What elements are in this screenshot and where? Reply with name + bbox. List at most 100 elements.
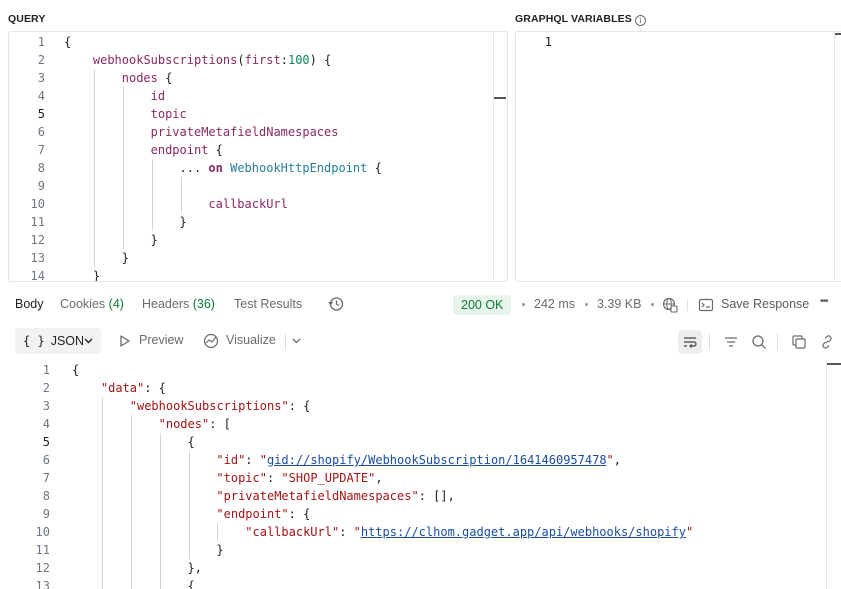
chevron-down-icon[interactable] xyxy=(292,338,301,344)
line-number: 9 xyxy=(37,179,45,193)
visualize-icon[interactable] xyxy=(203,333,220,349)
more-options-button[interactable]: ••• xyxy=(820,296,828,307)
token-punc: : xyxy=(266,471,282,485)
code-line: 6 privateMetafieldNamespaces xyxy=(9,123,507,141)
indent-guide xyxy=(180,177,182,213)
code-line: 10 "callbackUrl": "https://clhom.gadget.a… xyxy=(0,523,841,541)
token-key: "data" xyxy=(100,381,145,395)
token-key: "endpoint" xyxy=(216,507,289,521)
code-text: { xyxy=(64,33,71,51)
token-type: WebhookHttpEndpoint xyxy=(230,161,368,175)
code-line: 3 nodes { xyxy=(9,69,507,87)
token-key: "callbackUrl" xyxy=(245,525,340,539)
body-toolbar: { } JSON Preview Visualize xyxy=(0,328,841,354)
token-punc: } xyxy=(150,233,158,247)
line-number: 14 xyxy=(30,269,45,282)
code-line: 11} xyxy=(9,213,507,231)
word-wrap-icon xyxy=(684,337,697,348)
save-response-button[interactable]: Save Response xyxy=(721,297,809,311)
line-number: 4 xyxy=(37,89,45,103)
line-number: 10 xyxy=(35,525,50,539)
line-number: 11 xyxy=(35,543,50,557)
indent-guide xyxy=(217,523,219,541)
visualize-button[interactable]: Visualize xyxy=(226,333,276,347)
indent-guide xyxy=(93,69,95,267)
code-line: 12}, xyxy=(0,559,841,577)
token-punc: } xyxy=(179,215,187,229)
code-text: callbackUrl xyxy=(208,195,287,213)
token-link-q: " xyxy=(606,453,614,467)
separator-dot xyxy=(522,303,525,306)
token-field: endpoint xyxy=(150,143,209,157)
code-text: "endpoint": { xyxy=(216,505,310,523)
code-line: 12} xyxy=(9,231,507,249)
token-link-q: " xyxy=(259,453,267,467)
preview-button[interactable]: Preview xyxy=(139,333,183,347)
code-line: 7 endpoint { xyxy=(9,141,507,159)
save-response-icon[interactable] xyxy=(698,297,714,313)
line-number: 3 xyxy=(42,399,50,413)
variables-editor[interactable]: 1 xyxy=(515,31,841,282)
network-globe-icon[interactable] xyxy=(662,297,678,313)
tab-headers-label: Headers xyxy=(142,297,190,311)
token-link[interactable]: gid://shopify/WebhookSubscription/164146… xyxy=(267,453,607,467)
token-field: callbackUrl xyxy=(208,197,288,211)
code-text: } xyxy=(93,267,100,281)
code-text: { xyxy=(72,361,79,379)
word-wrap-button[interactable] xyxy=(678,330,702,354)
tab-headers[interactable]: Headers (36) xyxy=(142,297,215,311)
format-dropdown[interactable]: { } JSON xyxy=(15,328,101,354)
token-punc: , xyxy=(613,453,622,467)
play-icon[interactable] xyxy=(118,334,132,348)
history-icon[interactable] xyxy=(327,295,345,313)
query-label: QUERY xyxy=(8,13,46,25)
tab-body[interactable]: Body xyxy=(15,297,44,311)
code-text: } xyxy=(180,213,187,231)
response-tabbar: Body Cookies (4) Headers (36) Test Resul… xyxy=(0,292,841,318)
line-number: 7 xyxy=(42,471,50,485)
code-text: nodes { xyxy=(122,69,173,87)
code-text: webhookSubscriptions(first:100) { xyxy=(93,51,331,69)
line-number: 13 xyxy=(30,251,45,265)
code-text: "nodes": [ xyxy=(159,415,231,433)
query-editor[interactable]: 1{2 webhookSubscriptions(first:100) {3 nod… xyxy=(8,31,508,282)
filter-button[interactable] xyxy=(719,330,743,354)
token-field: first xyxy=(244,53,281,67)
separator-dot xyxy=(651,303,654,306)
response-size[interactable]: 3.39 KB xyxy=(597,297,641,311)
status-badge[interactable]: 200 OK xyxy=(453,295,512,315)
variables-scrollbar-track[interactable] xyxy=(834,32,835,281)
token-key: "privateMetafieldNamespaces" xyxy=(216,489,419,503)
line-number: 5 xyxy=(37,107,45,121)
token-link[interactable]: https://clhom.gadget.app/api/webhooks/sh… xyxy=(361,525,686,539)
code-line: 9 "endpoint": { xyxy=(0,505,841,523)
json-braces-icon: { } xyxy=(23,334,45,348)
copy-button[interactable] xyxy=(787,330,811,354)
response-time[interactable]: 242 ms xyxy=(534,297,575,311)
token-punc: : xyxy=(245,453,260,467)
token-punc: { xyxy=(187,579,195,589)
divider xyxy=(687,300,688,311)
link-button[interactable] xyxy=(815,330,839,354)
response-body[interactable]: 1{2 "data": {3 "webhookSubscriptions": {4 "… xyxy=(0,360,841,589)
token-punc: : { xyxy=(288,399,311,413)
token-punc: ... xyxy=(179,161,209,175)
link-icon xyxy=(822,335,832,349)
code-line: 14} xyxy=(9,267,507,282)
indent-guide xyxy=(122,87,124,249)
code-line: 1 xyxy=(516,33,841,51)
info-icon[interactable]: i xyxy=(634,15,646,26)
token-punc: { xyxy=(367,161,382,175)
token-punc: : { xyxy=(288,507,311,521)
code-line: 9 xyxy=(9,177,507,195)
token-key: "id" xyxy=(216,453,246,467)
tab-test-results[interactable]: Test Results xyxy=(234,297,302,311)
token-punc: : [], xyxy=(418,489,455,503)
tab-cookies[interactable]: Cookies (4) xyxy=(60,297,124,311)
code-text: { xyxy=(188,577,195,589)
code-text: }, xyxy=(188,559,202,577)
search-button[interactable] xyxy=(747,330,771,354)
variables-label-text: GRAPHQL VARIABLES xyxy=(515,13,632,25)
token-field: webhookSubscriptions xyxy=(92,53,238,67)
line-number: 4 xyxy=(42,417,50,431)
